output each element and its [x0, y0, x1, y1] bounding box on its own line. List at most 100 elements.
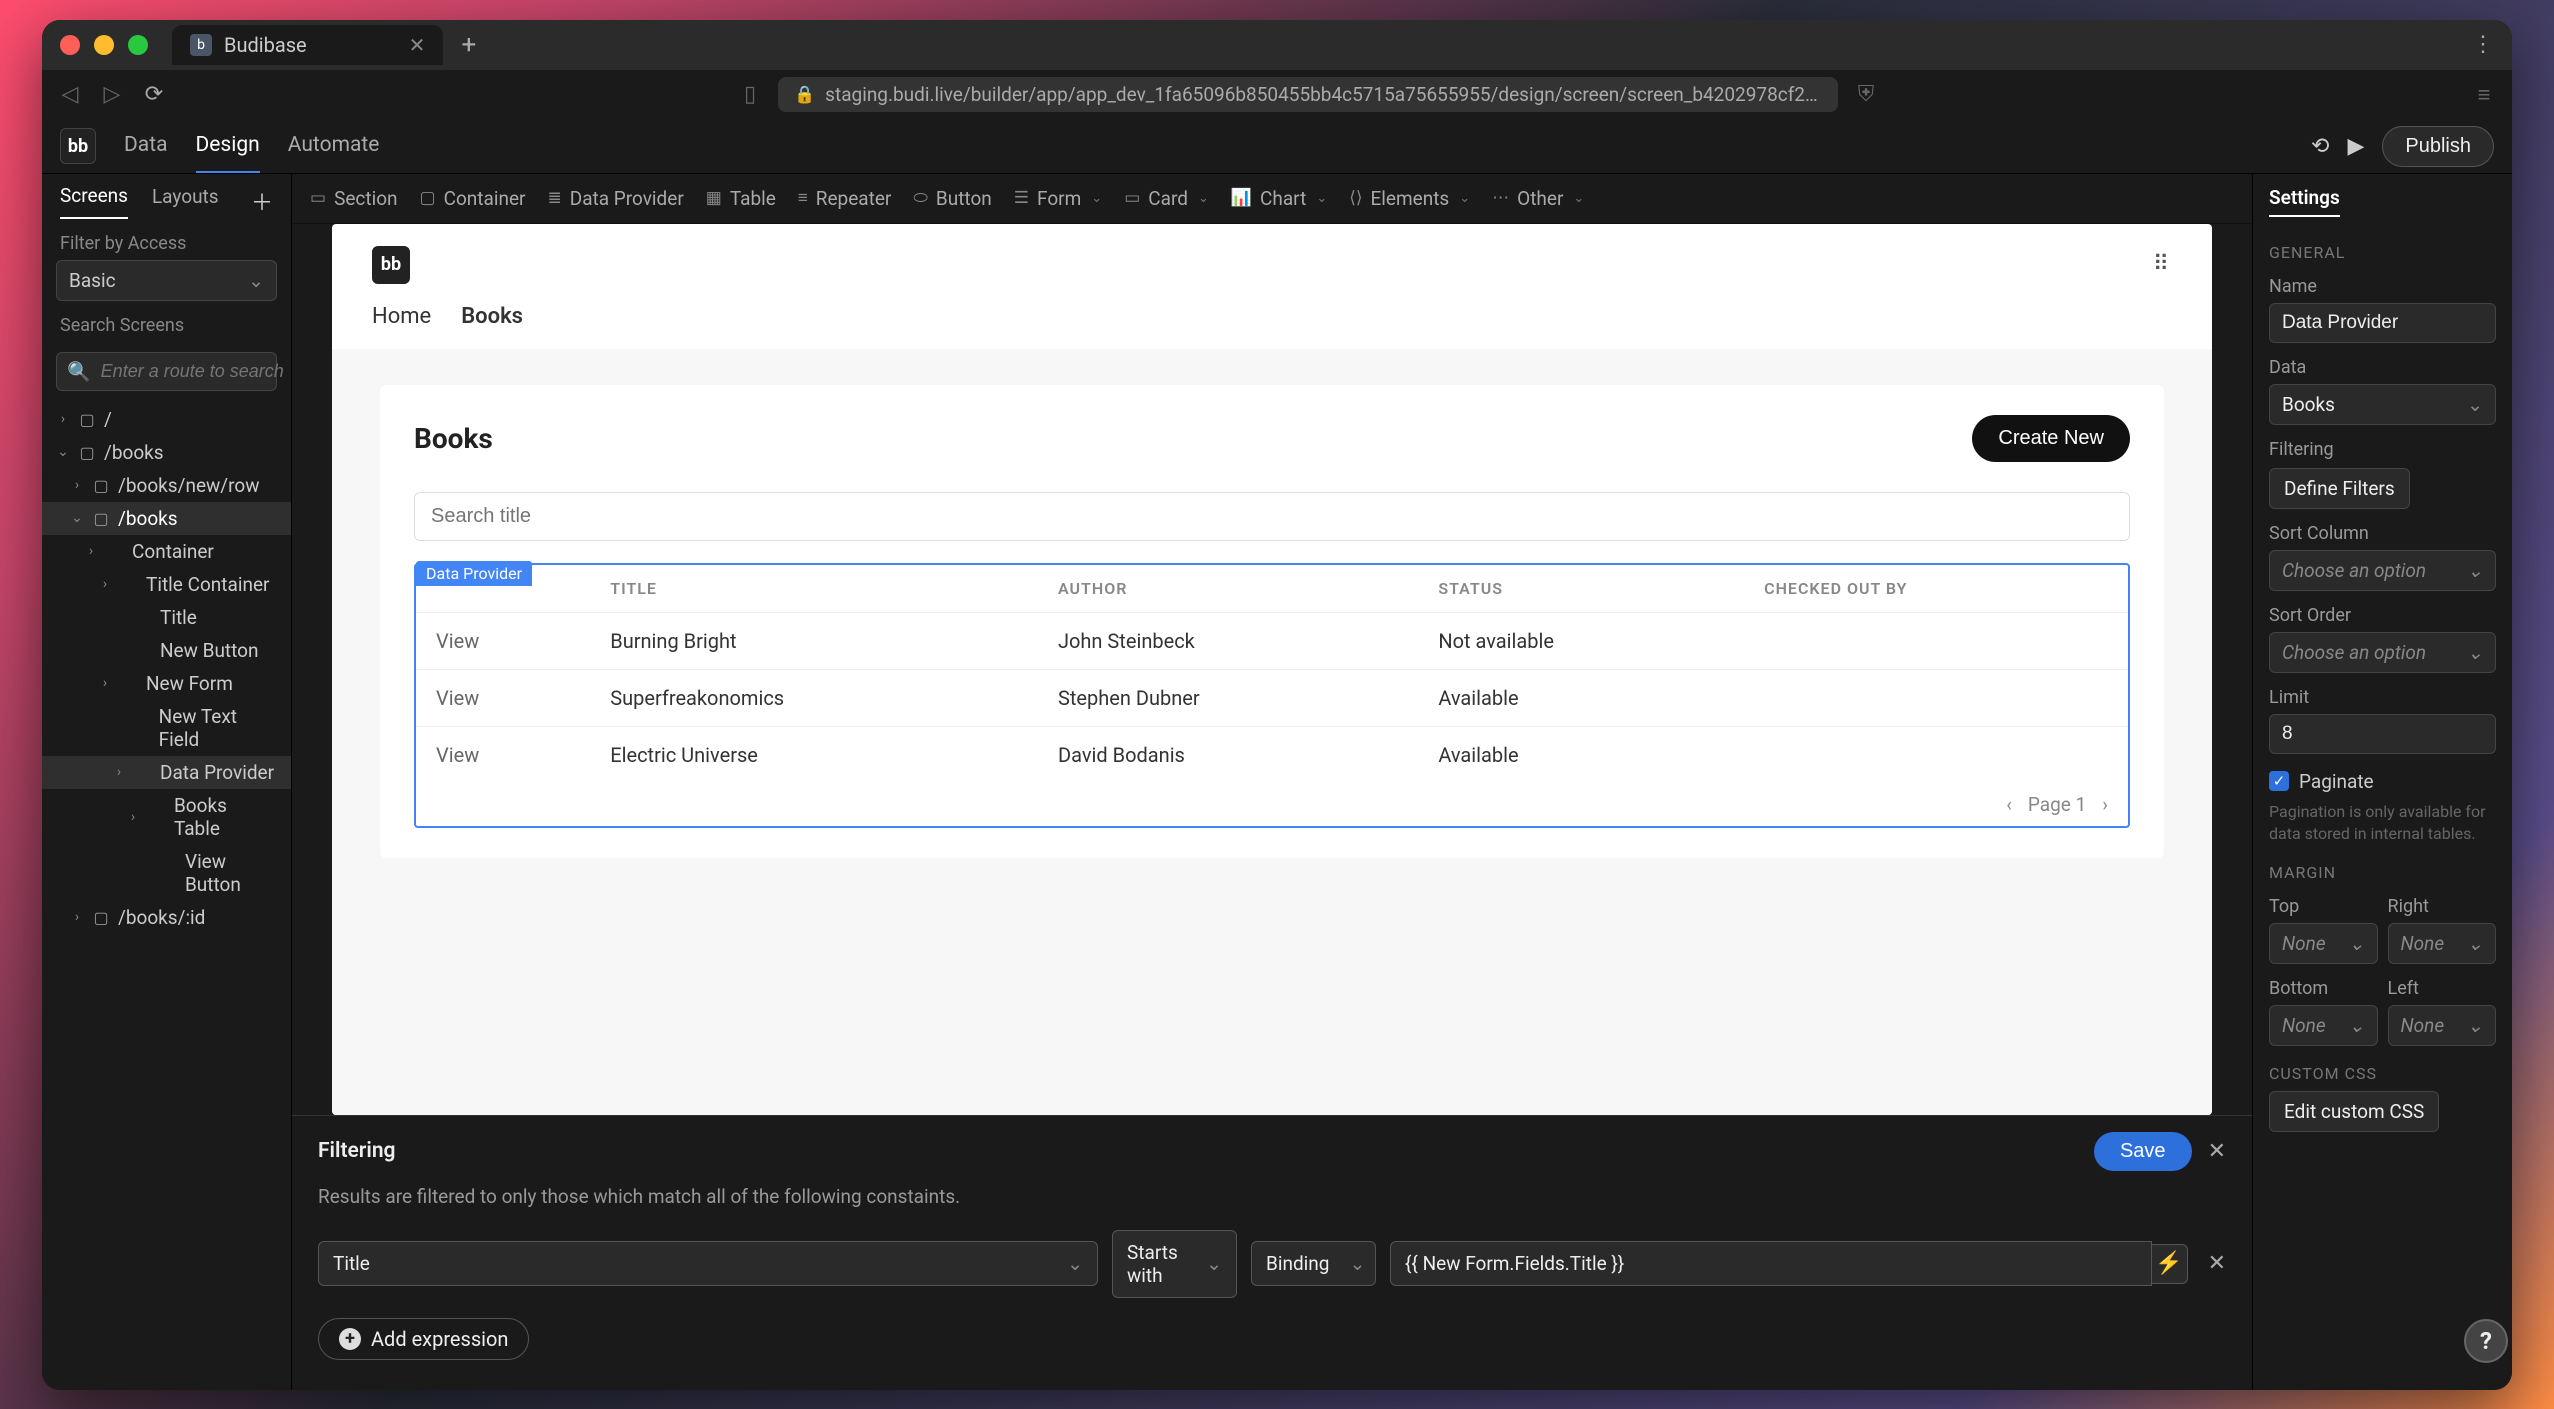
tree-item-label: New Form [146, 672, 233, 695]
table-row[interactable]: ViewElectric UniverseDavid BodanisAvaila… [416, 726, 2128, 783]
tree-item[interactable]: New Button [42, 634, 291, 667]
component-repeater[interactable]: ≡Repeater [798, 187, 892, 210]
component-data-provider[interactable]: ≣Data Provider [547, 187, 683, 210]
tab-screens[interactable]: Screens [60, 184, 128, 219]
table-row[interactable]: ViewSuperfreakonomicsStephen DubnerAvail… [416, 669, 2128, 726]
url-bar[interactable]: 🔒 staging.budi.live/builder/app/app_dev_… [778, 77, 1838, 112]
window-close[interactable] [60, 35, 80, 55]
tree-item[interactable]: ›Title Container [42, 568, 291, 601]
tree-item[interactable]: ⌄▢/books [42, 502, 291, 535]
nav-reload-icon[interactable]: ⟳ [140, 82, 168, 107]
publish-button[interactable]: Publish [2382, 126, 2494, 167]
nav-back-icon[interactable]: ◁ [56, 82, 84, 107]
preview-nav-home[interactable]: Home [372, 304, 431, 329]
component-button[interactable]: ⬭Button [913, 187, 991, 210]
page-title: Books [414, 422, 493, 455]
table-row[interactable]: ViewBurning BrightJohn SteinbeckNot avai… [416, 612, 2128, 669]
browser-menu-icon[interactable]: ⋮ [2472, 32, 2494, 57]
hamburger-icon[interactable]: ≡ [2470, 82, 2498, 108]
margin-bottom-select[interactable]: None⌄ [2269, 1005, 2378, 1046]
component-label: Section [334, 187, 397, 210]
define-filters-button[interactable]: Define Filters [2269, 468, 2410, 509]
tree-item-label: New Button [160, 639, 259, 662]
view-cell[interactable]: View [416, 612, 590, 669]
tab-layouts[interactable]: Layouts [152, 185, 219, 218]
tree-item[interactable]: ⌄▢/books [42, 436, 291, 469]
bb-logo[interactable]: bb [60, 128, 96, 164]
component-chart[interactable]: 📊Chart⌄ [1231, 187, 1327, 210]
add-screen-icon[interactable]: ＋ [251, 185, 273, 217]
tree-item[interactable]: ›Container [42, 535, 291, 568]
apps-grid-icon[interactable]: ⠿ [2153, 252, 2172, 277]
filter-by-access-label: Filter by Access [42, 219, 291, 260]
help-button[interactable]: ? [2464, 1319, 2508, 1363]
tab-close-icon[interactable]: ✕ [409, 33, 426, 57]
component-icon: ⟨⟩ [1349, 188, 1362, 208]
tree-item-label: New Text Field [159, 705, 277, 751]
filter-value-text: {{ New Form.Fields.Title }} [1405, 1252, 1624, 1275]
component-icon: ≣ [547, 188, 561, 208]
sort-order-select[interactable]: Choose an option ⌄ [2269, 632, 2496, 673]
tree-item[interactable]: View Button [42, 845, 291, 901]
margin-right-select[interactable]: None⌄ [2388, 923, 2497, 964]
tree-item[interactable]: ›▢/books/new/row [42, 469, 291, 502]
preview-search-input[interactable] [414, 492, 2130, 541]
component-card[interactable]: ▭Card⌄ [1124, 187, 1209, 210]
component-container[interactable]: ▢Container [420, 187, 526, 210]
play-icon[interactable]: ▶ [2347, 134, 2364, 159]
create-new-button[interactable]: Create New [1972, 415, 2130, 462]
view-cell[interactable]: View [416, 669, 590, 726]
new-tab-button[interactable]: + [461, 30, 476, 60]
filter-type-select[interactable]: Binding ⌄ [1251, 1241, 1376, 1286]
browser-tab[interactable]: b Budibase ✕ [172, 25, 443, 65]
close-icon[interactable]: ✕ [2208, 1139, 2226, 1164]
plus-circle-icon: + [339, 1328, 361, 1350]
save-button[interactable]: Save [2094, 1132, 2192, 1171]
limit-input[interactable] [2269, 714, 2496, 754]
component-elements[interactable]: ⟨⟩Elements⌄ [1349, 187, 1470, 210]
margin-left-select[interactable]: None⌄ [2388, 1005, 2497, 1046]
data-select[interactable]: Books ⌄ [2269, 384, 2496, 425]
component-other[interactable]: ⋯Other⌄ [1492, 187, 1584, 210]
preview-nav-books[interactable]: Books [461, 304, 523, 329]
remove-filter-icon[interactable]: ✕ [2208, 1251, 2226, 1276]
sort-column-select[interactable]: Choose an option ⌄ [2269, 550, 2496, 591]
window-minimize[interactable] [94, 35, 114, 55]
filter-value-input[interactable]: {{ New Form.Fields.Title }} [1390, 1241, 2152, 1286]
window-maximize[interactable] [128, 35, 148, 55]
tree-item[interactable]: ›New Form [42, 667, 291, 700]
pager-prev-icon[interactable]: ‹ [2006, 793, 2012, 816]
margin-top-select[interactable]: None⌄ [2269, 923, 2378, 964]
paginate-note: Pagination is only available for data st… [2269, 801, 2496, 846]
bookmark-icon[interactable]: ▯ [736, 82, 764, 107]
binding-icon[interactable]: ⚡ [2152, 1244, 2188, 1284]
filter-operator-select[interactable]: Starts with ⌄ [1112, 1230, 1237, 1298]
tree-item[interactable]: ›Books Table [42, 789, 291, 845]
data-provider-box[interactable]: TITLEAUTHORSTATUSCHECKED OUT BY ViewBurn… [414, 563, 2130, 828]
component-table[interactable]: ▦Table [706, 187, 776, 210]
tree-item[interactable]: New Text Field [42, 700, 291, 756]
undo-icon[interactable]: ⟲ [2311, 134, 2329, 159]
name-input[interactable] [2269, 303, 2496, 343]
tree-item[interactable]: ›▢/ [42, 403, 291, 436]
tree-item[interactable]: ›Data Provider [42, 756, 291, 789]
paginate-checkbox[interactable]: ✓ [2269, 771, 2289, 791]
shield-icon[interactable]: ⛨ [1852, 82, 1880, 107]
tree-item-label: Container [132, 540, 214, 563]
nav-automate[interactable]: Automate [288, 119, 380, 173]
edit-custom-css-button[interactable]: Edit custom CSS [2269, 1091, 2439, 1132]
pager-label: Page 1 [2028, 793, 2086, 816]
nav-data[interactable]: Data [124, 119, 168, 173]
tab-settings[interactable]: Settings [2269, 186, 2340, 217]
tree-item[interactable]: ›▢/books/:id [42, 901, 291, 934]
component-form[interactable]: ☰Form⌄ [1014, 187, 1102, 210]
add-expression-button[interactable]: + Add expression [318, 1318, 529, 1360]
tree-item[interactable]: Title [42, 601, 291, 634]
pager-next-icon[interactable]: › [2102, 793, 2108, 816]
access-select[interactable]: Basic ⌄ [56, 260, 277, 301]
filter-field-select[interactable]: Title ⌄ [318, 1241, 1098, 1286]
component-section[interactable]: ▭Section [310, 187, 398, 210]
view-cell[interactable]: View [416, 726, 590, 783]
search-screens[interactable]: 🔍 ✕ [56, 352, 277, 391]
nav-design[interactable]: Design [196, 119, 260, 173]
